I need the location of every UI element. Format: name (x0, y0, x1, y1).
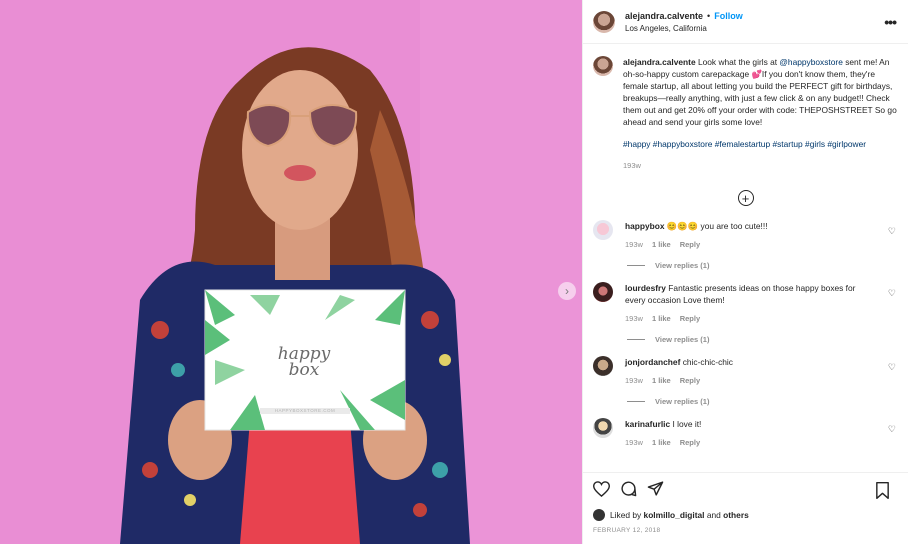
comment-likes[interactable]: 1 like (652, 314, 671, 323)
liked-user-link[interactable]: kolmillo_digital (644, 510, 705, 520)
comments-scroll-area[interactable]: alejandra.calvente Look what the girls a… (583, 44, 908, 472)
view-replies-button[interactable]: View replies (1) (627, 261, 898, 270)
liked-and: and (706, 510, 721, 520)
comment-body: happybox 😊😊😊 you are too cute!!! 193w 1 l… (625, 220, 875, 249)
header-text: alejandra.calvente • Follow Los Angeles,… (625, 11, 743, 33)
comment-text: chic-chic-chic (682, 357, 733, 367)
next-photo-button[interactable]: › (558, 282, 576, 300)
comment-heart-icon[interactable]: ♡ (888, 424, 896, 435)
comment-body: karinafurlic I love it! 193w 1 like Reply (625, 418, 875, 447)
comment-heart-icon[interactable]: ♡ (888, 288, 896, 299)
avatar[interactable] (593, 56, 613, 76)
bookmark-icon[interactable] (875, 482, 890, 504)
comment-time: 193w (625, 314, 643, 323)
avatar[interactable] (593, 220, 613, 240)
comment-time: 193w (625, 376, 643, 385)
location-link[interactable]: Los Angeles, California (625, 24, 743, 33)
header-line: alejandra.calvente • Follow (625, 11, 743, 21)
view-replies-label: View replies (1) (655, 397, 710, 406)
view-replies-label: View replies (1) (655, 261, 710, 270)
caption-mention-link[interactable]: @happyboxstore (779, 57, 842, 67)
box-url: HAPPYBOXSTORE.COM (274, 408, 336, 413)
heart-icon[interactable] (592, 480, 611, 502)
post-photo[interactable]: happy box HAPPYBOXSTORE.COM › (0, 0, 582, 544)
comment-icon[interactable] (620, 480, 637, 502)
comment: jonjordanchef chic-chic-chic 193w 1 like R… (593, 356, 898, 385)
chevron-right-icon: › (565, 284, 569, 298)
photo-illustration (0, 0, 582, 544)
author-username[interactable]: alejandra.calvente (625, 11, 703, 21)
caption-body: alejandra.calvente Look what the girls a… (623, 56, 898, 172)
instagram-post-view: happy box HAPPYBOXSTORE.COM › alejandra.… (0, 0, 908, 544)
comment: happybox 😊😊😊 you are too cute!!! 193w 1 l… (593, 220, 898, 249)
reply-button[interactable]: Reply (680, 240, 700, 249)
comment-username[interactable]: happybox (625, 221, 665, 231)
comment-text: 😊😊😊 you are too cute!!! (666, 221, 768, 231)
avatar[interactable] (593, 418, 613, 438)
post-date: FEBRUARY 12, 2018 (593, 527, 661, 534)
reply-button[interactable]: Reply (680, 376, 700, 385)
comment-likes[interactable]: 1 like (652, 438, 671, 447)
post-footer: Liked by kolmillo_digital and others FEB… (583, 472, 908, 544)
replies-line (627, 339, 645, 340)
avatar[interactable] (593, 356, 613, 376)
liked-prefix: Liked by (610, 510, 642, 520)
liked-others-link[interactable]: others (723, 510, 749, 520)
replies-line (627, 401, 645, 402)
caption-text-after: sent me! An oh-so-happy custom carepacka… (623, 57, 897, 127)
box-logo-word-2: box (288, 360, 320, 380)
comment-text: I love it! (672, 419, 702, 429)
comment-body: lourdesfry Fantastic presents ideas on t… (625, 282, 875, 323)
post-header: alejandra.calvente • Follow Los Angeles,… (583, 0, 908, 44)
comment-time: 193w (625, 438, 643, 447)
comment-username[interactable]: lourdesfry (625, 283, 666, 293)
replies-line (627, 265, 645, 266)
view-replies-label: View replies (1) (655, 335, 710, 344)
comment-likes[interactable]: 1 like (652, 240, 671, 249)
comment-time: 193w (625, 240, 643, 249)
caption-hashtags[interactable]: #happy #happyboxstore #femalestartup #st… (623, 138, 898, 150)
caption: alejandra.calvente Look what the girls a… (593, 56, 898, 172)
caption-timestamp: 193w (623, 161, 641, 170)
reply-button[interactable]: Reply (680, 314, 700, 323)
comment-username[interactable]: karinafurlic (625, 419, 670, 429)
comment-heart-icon[interactable]: ♡ (888, 226, 896, 237)
comment-body: jonjordanchef chic-chic-chic 193w 1 like R… (625, 356, 875, 385)
view-replies-button[interactable]: View replies (1) (627, 335, 898, 344)
avatar[interactable] (593, 10, 615, 33)
avatar[interactable] (593, 282, 613, 302)
comment: lourdesfry Fantastic presents ideas on t… (593, 282, 898, 323)
comment-username[interactable]: jonjordanchef (625, 357, 680, 367)
comment: karinafurlic I love it! 193w 1 like Reply … (593, 418, 898, 447)
more-options-icon[interactable]: ••• (884, 14, 897, 30)
reply-button[interactable]: Reply (680, 438, 700, 447)
caption-text-before: Look what the girls at (697, 57, 780, 67)
caption-username[interactable]: alejandra.calvente (623, 57, 696, 67)
liked-by: Liked by kolmillo_digital and others (593, 509, 898, 521)
separator-dot: • (707, 10, 711, 21)
follow-button[interactable]: Follow (714, 11, 743, 21)
plus-circle-icon[interactable]: + (737, 190, 754, 206)
comment-likes[interactable]: 1 like (652, 376, 671, 385)
post-side-panel: alejandra.calvente • Follow Los Angeles,… (582, 0, 908, 544)
share-icon[interactable] (647, 480, 664, 502)
box-logo: happy box (274, 346, 334, 380)
view-replies-button[interactable]: View replies (1) (627, 397, 898, 406)
liker-avatar[interactable] (593, 509, 605, 521)
comment-heart-icon[interactable]: ♡ (888, 362, 896, 373)
action-bar (592, 480, 898, 504)
load-more-comments: + (593, 190, 898, 206)
